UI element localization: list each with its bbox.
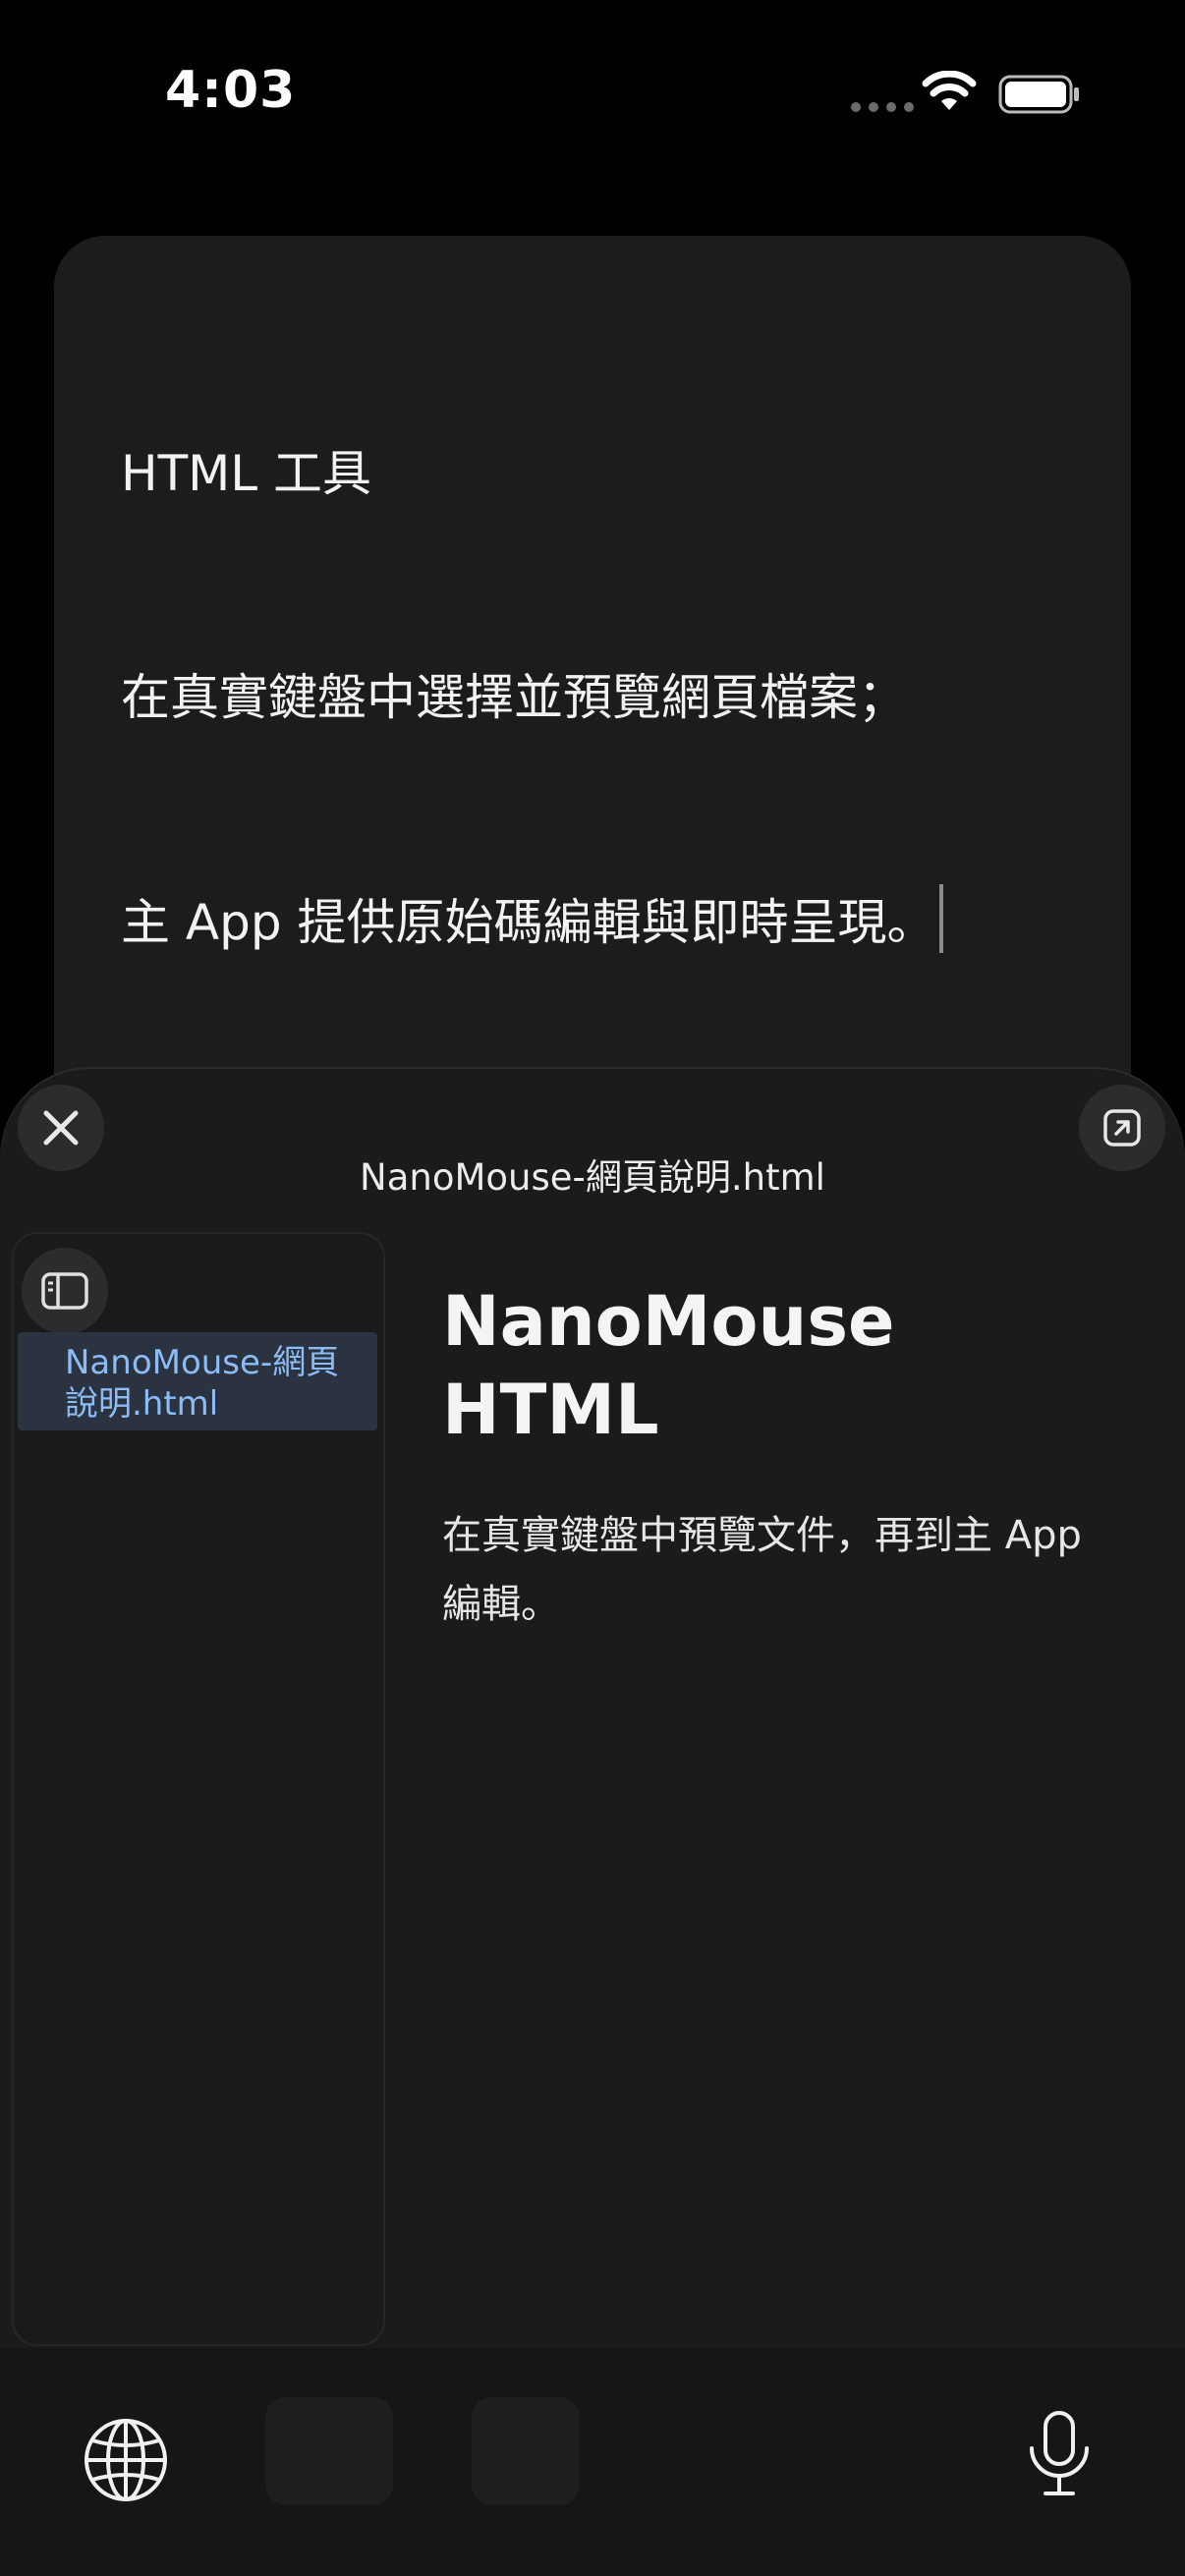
note-text[interactable]: HTML 工具 在真實鍵盤中選擇並預覽網頁檔案； 主 App 提供原始碼編輯與即… xyxy=(121,287,944,1109)
status-bar: 4:03 xyxy=(0,0,1185,196)
note-line: 在真實鍵盤中選擇並預覽網頁檔案； xyxy=(121,669,907,726)
blurred-key xyxy=(472,2397,580,2505)
microphone-icon[interactable] xyxy=(1022,2409,1097,2499)
file-item-label: NanoMouse-網頁說明.html xyxy=(65,1343,340,1424)
wifi-icon xyxy=(922,71,977,110)
battery-icon xyxy=(998,75,1079,114)
file-sidebar: NanoMouse-網頁說明.html xyxy=(12,1232,385,2346)
keyboard-bottom-bar xyxy=(0,2348,1185,2576)
sidebar-toggle-button[interactable] xyxy=(22,1248,108,1334)
close-icon xyxy=(43,1110,79,1146)
file-list-item[interactable]: NanoMouse-網頁說明.html xyxy=(18,1332,377,1430)
sheet-title: NanoMouse-網頁說明.html xyxy=(360,1156,825,1199)
preview-body: 在真實鍵盤中預覽文件，再到主 App 編輯。 xyxy=(442,1513,1082,1627)
open-external-icon xyxy=(1103,1109,1141,1147)
html-preview: NanoMouse HTML 在真實鍵盤中預覽文件，再到主 App 編輯。 xyxy=(442,1277,1130,1639)
text-caret xyxy=(939,884,944,953)
note-line-text: 主 App 提供原始碼編輯與即時呈現。 xyxy=(121,894,936,951)
note-line-last: 主 App 提供原始碼編輯與即時呈現。 xyxy=(121,884,944,960)
status-time: 4:03 xyxy=(165,61,297,120)
globe-icon[interactable] xyxy=(81,2415,171,2505)
blurred-key xyxy=(265,2397,393,2505)
sidebar-icon xyxy=(41,1272,88,1310)
note-line: HTML 工具 xyxy=(121,445,372,502)
signal-dots-icon xyxy=(851,102,914,112)
open-in-app-button[interactable] xyxy=(1079,1085,1165,1171)
preview-heading: NanoMouse HTML xyxy=(442,1281,895,1450)
